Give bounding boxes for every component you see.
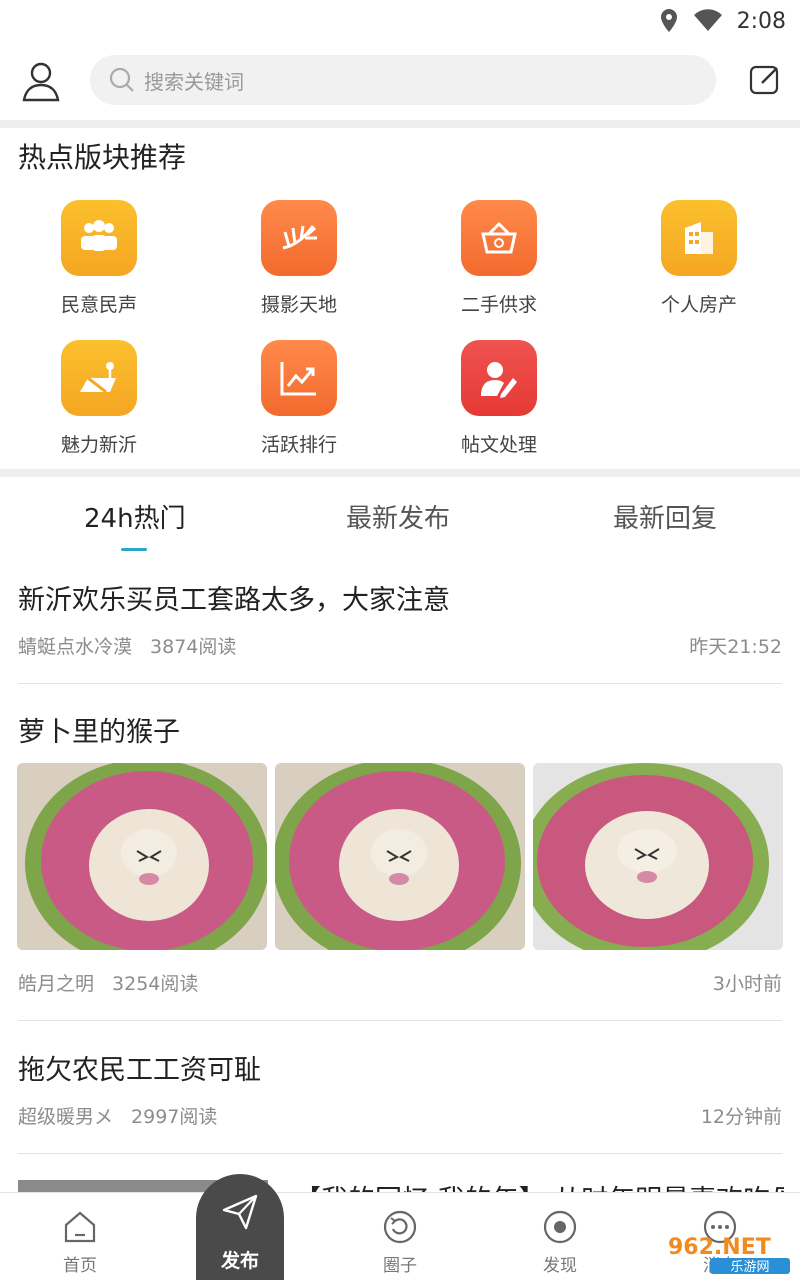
tab-latest-posts[interactable]: 最新发布 bbox=[346, 498, 450, 535]
hot-item-label: 二手供求 bbox=[460, 294, 537, 316]
home-icon bbox=[64, 1211, 96, 1243]
separator bbox=[18, 1020, 782, 1021]
post-meta: 蜻蜓点水冷漠 3874阅读 bbox=[18, 632, 236, 659]
hot-item-tiewen[interactable]: 帖文处理 bbox=[439, 340, 559, 457]
separator bbox=[18, 1153, 782, 1154]
clock: 2:08 bbox=[736, 8, 786, 34]
divider bbox=[0, 469, 800, 477]
post-title[interactable]: 拖欠农民工工资可耻 bbox=[18, 1048, 261, 1087]
watermark-sub: 乐游网 bbox=[730, 1260, 769, 1275]
hot-item-minyi[interactable]: 民意民声 bbox=[39, 200, 159, 317]
trend-chart-icon bbox=[261, 340, 337, 416]
section-title: 热点版块推荐 bbox=[18, 141, 187, 174]
hot-item-label: 活跃排行 bbox=[260, 434, 337, 456]
search-icon bbox=[109, 67, 134, 92]
post-reads: 3874阅读 bbox=[150, 636, 237, 658]
post-reads: 3254阅读 bbox=[112, 973, 199, 995]
post-title[interactable]: 萝卜里的猴子 bbox=[18, 710, 180, 749]
post-image[interactable] bbox=[17, 763, 267, 950]
hot-item-sheying[interactable]: 摄影天地 bbox=[239, 200, 359, 317]
publish-label: 发布 bbox=[220, 1250, 259, 1272]
hot-item-label: 魅力新沂 bbox=[60, 434, 137, 456]
people-icon bbox=[61, 200, 137, 276]
nav-label: 首页 bbox=[63, 1256, 97, 1276]
post-reads: 2997阅读 bbox=[131, 1106, 218, 1128]
building-icon bbox=[661, 200, 737, 276]
hot-item-label: 个人房产 bbox=[660, 294, 737, 316]
search-placeholder: 搜索关键词 bbox=[144, 69, 244, 94]
post-meta: 超级暖男メ 2997阅读 bbox=[18, 1102, 217, 1129]
post-time: 12分钟前 bbox=[700, 1106, 782, 1128]
watermark-brand: 962.NET bbox=[668, 1235, 771, 1260]
basket-icon bbox=[461, 200, 537, 276]
user-icon[interactable] bbox=[18, 58, 64, 104]
circle-refresh-icon bbox=[383, 1210, 417, 1244]
map-pin-icon bbox=[61, 340, 137, 416]
nav-label: 发现 bbox=[543, 1256, 577, 1276]
watermark-logo: 962.NET 乐游网 bbox=[668, 1235, 790, 1275]
search-input[interactable]: 搜索关键词 bbox=[90, 55, 716, 105]
nav-home[interactable]: 首页 bbox=[30, 1193, 130, 1281]
active-tab-indicator bbox=[121, 548, 147, 551]
post-author[interactable]: 蜻蜓点水冷漠 bbox=[18, 636, 132, 658]
hot-item-label: 帖文处理 bbox=[460, 434, 537, 456]
hot-item-label: 民意民声 bbox=[60, 294, 137, 316]
feed-tabs: 24h热门 最新发布 最新回复 bbox=[0, 478, 800, 552]
tab-24h-hot[interactable]: 24h热门 bbox=[84, 498, 186, 535]
post-time: 昨天21:52 bbox=[689, 636, 782, 658]
palm-leaf-icon bbox=[261, 200, 337, 276]
location-icon bbox=[660, 9, 677, 32]
divider bbox=[0, 120, 800, 128]
hot-item-label: 摄影天地 bbox=[260, 294, 337, 316]
post-author[interactable]: 超级暖男メ bbox=[18, 1106, 113, 1128]
top-bar: 搜索关键词 bbox=[0, 42, 800, 120]
wifi-icon bbox=[693, 9, 722, 31]
post-title[interactable]: 【我的回忆 我的年】 从时年明最喜欢吃母 bbox=[294, 1178, 784, 1192]
tab-latest-replies[interactable]: 最新回复 bbox=[613, 498, 717, 535]
hot-item-meili[interactable]: 魅力新沂 bbox=[39, 340, 159, 457]
nav-circle[interactable]: 圈子 bbox=[350, 1193, 450, 1281]
post-title[interactable]: 新沂欢乐买员工套路太多，大家注意 bbox=[18, 578, 450, 617]
compass-icon bbox=[543, 1210, 577, 1244]
status-bar: 2:08 bbox=[0, 0, 800, 42]
post-meta: 皓月之明 3254阅读 bbox=[18, 969, 198, 996]
post-image[interactable] bbox=[533, 763, 783, 950]
user-edit-icon bbox=[461, 340, 537, 416]
separator bbox=[18, 683, 782, 684]
nav-label: 圈子 bbox=[383, 1256, 417, 1276]
publish-button[interactable]: 发布 bbox=[196, 1174, 284, 1280]
hot-item-fangchan[interactable]: 个人房产 bbox=[639, 200, 759, 317]
compose-icon[interactable] bbox=[748, 62, 782, 96]
nav-discover[interactable]: 发现 bbox=[510, 1193, 610, 1281]
hot-item-huoyue[interactable]: 活跃排行 bbox=[239, 340, 359, 457]
post-time: 3小时前 bbox=[712, 973, 782, 995]
hot-item-ershou[interactable]: 二手供求 bbox=[439, 200, 559, 317]
send-icon bbox=[222, 1194, 258, 1230]
post-author[interactable]: 皓月之明 bbox=[18, 973, 94, 995]
post-image[interactable] bbox=[275, 763, 525, 950]
